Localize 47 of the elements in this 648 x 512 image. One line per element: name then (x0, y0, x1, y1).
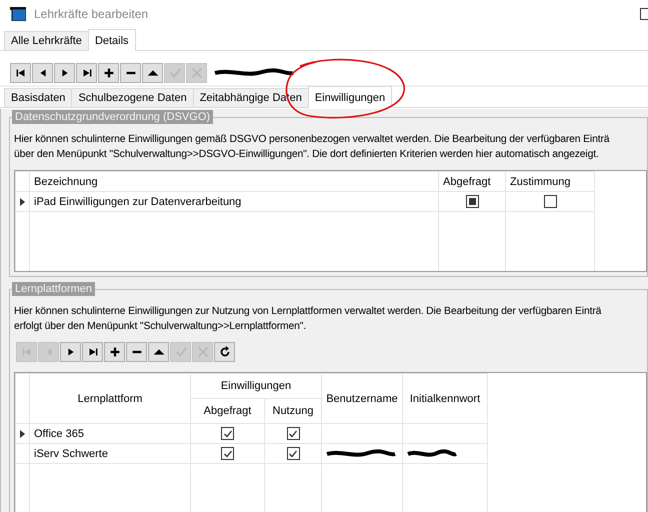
up-button[interactable] (142, 63, 163, 83)
tab[interactable]: Basisdaten (4, 88, 72, 107)
window-title: Lehrkräfte bearbeiten (34, 7, 150, 21)
description-text: Hier können schulinterne Einwilligungen gemäß DSGVO personenbezogen verwaltet werden. Die Bearbeitung der verfügbaren Einträ (14, 133, 610, 147)
table-cell: iPad Einwilligungen zur Datenverarbeitung (30, 192, 438, 212)
add-icon (102, 66, 116, 80)
column-header: Einwilligungen (190, 374, 322, 398)
checkbox[interactable] (466, 195, 478, 208)
add-button[interactable] (104, 342, 125, 362)
remove-button[interactable] (120, 63, 141, 83)
tab[interactable]: Alle Lehrkräfte (4, 31, 89, 50)
column-header: Abgefragt (438, 172, 506, 192)
column-header: Lernplattform (30, 374, 190, 424)
description-text: Hier können schulinterne Einwilligungen zur Nutzung von Lernplattformen verwaltet werden. Die Bearbeitung der verfügbaren Einträ (14, 305, 602, 319)
column-header: Zustimmung (506, 172, 594, 192)
checkbox[interactable] (544, 195, 556, 208)
app-icon (10, 7, 26, 21)
column-header: Benutzername (322, 374, 402, 424)
last-button[interactable] (82, 342, 103, 362)
group-title: Lernplattformen (12, 282, 96, 296)
prev-button[interactable] (32, 63, 53, 83)
column-header: Initialkennwort (402, 374, 488, 424)
checkbox[interactable] (286, 427, 300, 440)
checkbox[interactable] (221, 447, 234, 460)
next-button[interactable] (60, 342, 81, 362)
checkbox[interactable] (221, 427, 234, 440)
first-button[interactable] (10, 63, 31, 83)
remove-button[interactable] (126, 342, 147, 362)
column-header: Abgefragt (190, 398, 264, 424)
refresh-button[interactable] (214, 342, 235, 362)
up-button[interactable] (148, 342, 169, 362)
last-button[interactable] (76, 63, 97, 83)
table-cell: Office 365 (30, 424, 190, 444)
column-header: Bezeichnung (30, 172, 438, 192)
group-title: Datenschutzgrundverordnung (DSVGO) (12, 110, 214, 124)
column-header: Nutzung (264, 398, 322, 424)
add-button[interactable] (98, 63, 119, 83)
tab[interactable]: Einwilligungen (308, 86, 392, 108)
tab[interactable]: Details (88, 29, 136, 51)
table-cell: iServ Schwerte (30, 444, 190, 464)
tab[interactable]: Schulbezogene Daten (71, 88, 194, 107)
refresh-icon (218, 345, 232, 359)
description-text: erfolgt über den Menüpunkt "Schulverwaltung>>Lernplattformen". (14, 320, 308, 334)
add-icon (108, 345, 122, 359)
description-text: über den Menüpunkt "Schulverwaltung>>DSGVO-Einwilligungen". Die dort definierten Kriterien werden hier automatisch angezeigt. (14, 148, 600, 162)
checkbox[interactable] (286, 447, 300, 460)
next-button[interactable] (54, 63, 75, 83)
